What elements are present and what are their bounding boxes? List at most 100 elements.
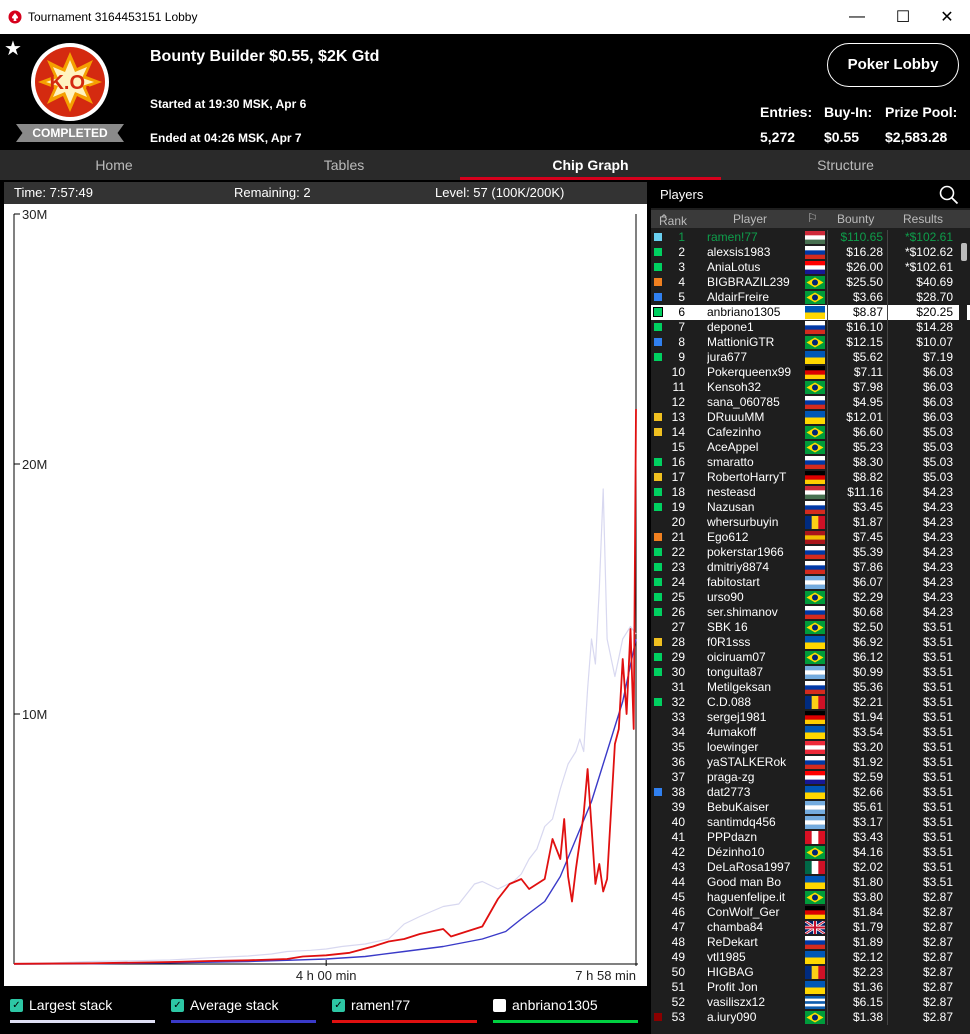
player-row[interactable]: 53 a.iury090 $1.38 $2.87 [651,1010,970,1025]
scrollbar-thumb[interactable] [961,243,967,261]
player-row[interactable]: 15 AceAppel $5.23 $5.03 [651,440,970,455]
player-row[interactable]: 4 BIGBRAZIL239 $25.50 $40.69 [651,275,970,290]
player-bounty: $5.36 [852,680,883,694]
player-row[interactable]: 43 DeLaRosa1997 $2.02 $3.51 [651,860,970,875]
player-status-marker [654,503,662,511]
player-row[interactable]: 13 DRuuuMM $12.01 $6.03 [651,410,970,425]
player-rank: 52 [671,995,685,1009]
close-button[interactable]: ✕ [924,0,970,34]
player-row[interactable]: 29 oiciruam07 $6.12 $3.51 [651,650,970,665]
tab-structure[interactable]: Structure [721,150,970,180]
checkbox-largest-stack[interactable]: ✓ [10,998,23,1012]
player-row[interactable]: 37 praga-zg $2.59 $3.51 [651,770,970,785]
checkbox-average-stack[interactable]: ✓ [171,998,184,1012]
player-row[interactable]: 21 Ego612 $7.45 $4.23 [651,530,970,545]
favorite-star-icon[interactable]: ★ [4,36,22,61]
player-row[interactable]: 32 C.D.088 $2.21 $3.51 [651,695,970,710]
player-row[interactable]: 30 tonguita87 $0.99 $3.51 [651,665,970,680]
player-row[interactable]: 31 Metilgeksan $5.36 $3.51 [651,680,970,695]
player-rank: 37 [671,770,685,784]
player-row[interactable]: 2 alexsis1983 $16.28 *$102.62 [651,245,970,260]
player-row[interactable]: 41 PPPdazn $3.43 $3.51 [651,830,970,845]
checkbox-anbriano1305[interactable] [493,998,506,1012]
player-row[interactable]: 7 depone1 $16.10 $14.28 [651,320,970,335]
player-row[interactable]: 35 loewinger $3.20 $3.51 [651,740,970,755]
tab-chip-graph[interactable]: Chip Graph [460,150,721,180]
players-scrollbar[interactable] [959,240,967,1034]
player-row[interactable]: 44 Good man Bo $1.80 $3.51 [651,875,970,890]
player-row[interactable]: 10 Pokerqueenx99 $7.11 $6.03 [651,365,970,380]
series-line-2 [13,638,637,965]
player-row[interactable]: 45 haguenfelipe.it $3.80 $2.87 [651,890,970,905]
player-name: SBK 16 [707,620,748,634]
player-row[interactable]: 18 nesteasd $11.16 $4.23 [651,485,970,500]
player-name: ReDekart [707,935,758,949]
player-row[interactable]: 38 dat2773 $2.66 $3.51 [651,785,970,800]
legend-ramen77[interactable]: ✓ ramen!77 [332,997,410,1013]
column-rank[interactable]: Rank ⌃ [659,212,687,228]
player-row[interactable]: 1 ramen!77 $110.65 *$102.61 [651,230,970,245]
player-rank: 46 [671,905,685,919]
player-row[interactable]: 27 SBK 16 $2.50 $3.51 [651,620,970,635]
player-rank: 32 [671,695,685,709]
player-row[interactable]: 17 RobertoHarryT $8.82 $5.03 [651,470,970,485]
tab-home[interactable]: Home [0,150,228,180]
player-name: oiciruam07 [707,650,766,664]
player-row[interactable]: 47 chamba84 $1.79 $2.87 [651,919,970,936]
player-row[interactable]: 46 ConWolf_Ger $1.84 $2.87 [651,905,970,920]
player-row[interactable]: 9 jura677 $5.62 $7.19 [651,350,970,365]
player-row[interactable]: 40 santimdq456 $3.17 $3.51 [651,815,970,830]
player-row[interactable]: 11 Kensoh32 $7.98 $6.03 [651,380,970,395]
player-name: yaSTALKERok [707,755,787,769]
player-row[interactable]: 28 f0R1sss $6.92 $3.51 [651,635,970,650]
player-status-marker [654,533,662,541]
player-row[interactable]: 51 Profit Jon $1.36 $2.87 [651,980,970,995]
player-row[interactable]: 42 Dézinho10 $4.16 $3.51 [651,845,970,860]
player-row[interactable]: 22 pokerstar1966 $5.39 $4.23 [651,545,970,560]
player-row[interactable]: 8 MattioniGTR $12.15 $10.07 [651,335,970,350]
column-results[interactable]: Results [903,212,943,226]
player-row[interactable]: 19 Nazusan $3.45 $4.23 [651,500,970,515]
player-row[interactable]: 24 fabitostart $6.07 $4.23 [651,575,970,590]
country-flag-icon [805,261,825,275]
player-status-marker [654,593,662,601]
player-result: $3.51 [922,860,953,874]
player-row[interactable]: 14 Cafezinho $6.60 $5.03 [651,425,970,440]
tab-tables[interactable]: Tables [228,150,460,180]
player-bounty: $2.12 [852,950,883,964]
player-row[interactable]: 36 yaSTALKERok $1.92 $3.51 [651,755,970,770]
country-flag-icon [805,951,825,965]
search-icon[interactable] [939,185,959,205]
player-status-marker [654,1013,662,1021]
legend-largest-stack[interactable]: ✓ Largest stack [10,997,112,1013]
player-row[interactable]: 5 AldairFreire $3.66 $28.70 [651,290,970,305]
player-row[interactable]: 48 ReDekart $1.89 $2.87 [651,935,970,950]
poker-lobby-button[interactable]: Poker Lobby [827,43,959,87]
player-row[interactable]: 16 smaratto $8.30 $5.03 [651,455,970,470]
player-row[interactable]: 33 sergej1981 $1.94 $3.51 [651,710,970,725]
column-bounty[interactable]: Bounty [837,212,874,226]
maximize-button[interactable]: ☐ [880,0,926,34]
player-row[interactable]: 3 AniaLotus $26.00 *$102.61 [651,260,970,275]
player-row[interactable]: 6 anbriano1305 $8.87 $20.25 [651,305,970,320]
column-player[interactable]: Player [733,212,767,226]
legend-anbriano1305[interactable]: anbriano1305 [493,997,598,1013]
player-row[interactable]: 26 ser.shimanov $0.68 $4.23 [651,605,970,620]
minimize-button[interactable]: — [834,0,880,34]
player-row[interactable]: 49 vtl1985 $2.12 $2.87 [651,950,970,965]
player-row[interactable]: 39 BebuKaiser $5.61 $3.51 [651,800,970,815]
player-row[interactable]: 52 vasiliszx12 $6.15 $2.87 [651,995,970,1010]
player-row[interactable]: 50 HIGBAG $2.23 $2.87 [651,965,970,980]
player-row[interactable]: 25 urso90 $2.29 $4.23 [651,590,970,605]
player-row[interactable]: 34 4umakoff $3.54 $3.51 [651,725,970,740]
checkbox-ramen77[interactable]: ✓ [332,998,345,1012]
player-row[interactable]: 12 sana_060785 $4.95 $6.03 [651,395,970,410]
player-row[interactable]: 23 dmitriy8874 $7.86 $4.23 [651,560,970,575]
player-row[interactable]: 20 whersurbuyin $1.87 $4.23 [651,515,970,530]
legend-average-stack[interactable]: ✓ Average stack [171,997,278,1013]
player-name: pokerstar1966 [707,545,784,559]
country-flag-icon [805,381,825,394]
player-rank: 10 [671,365,685,379]
flag-column-icon[interactable]: ⚐ [807,211,818,225]
player-name: Dézinho10 [707,845,765,859]
